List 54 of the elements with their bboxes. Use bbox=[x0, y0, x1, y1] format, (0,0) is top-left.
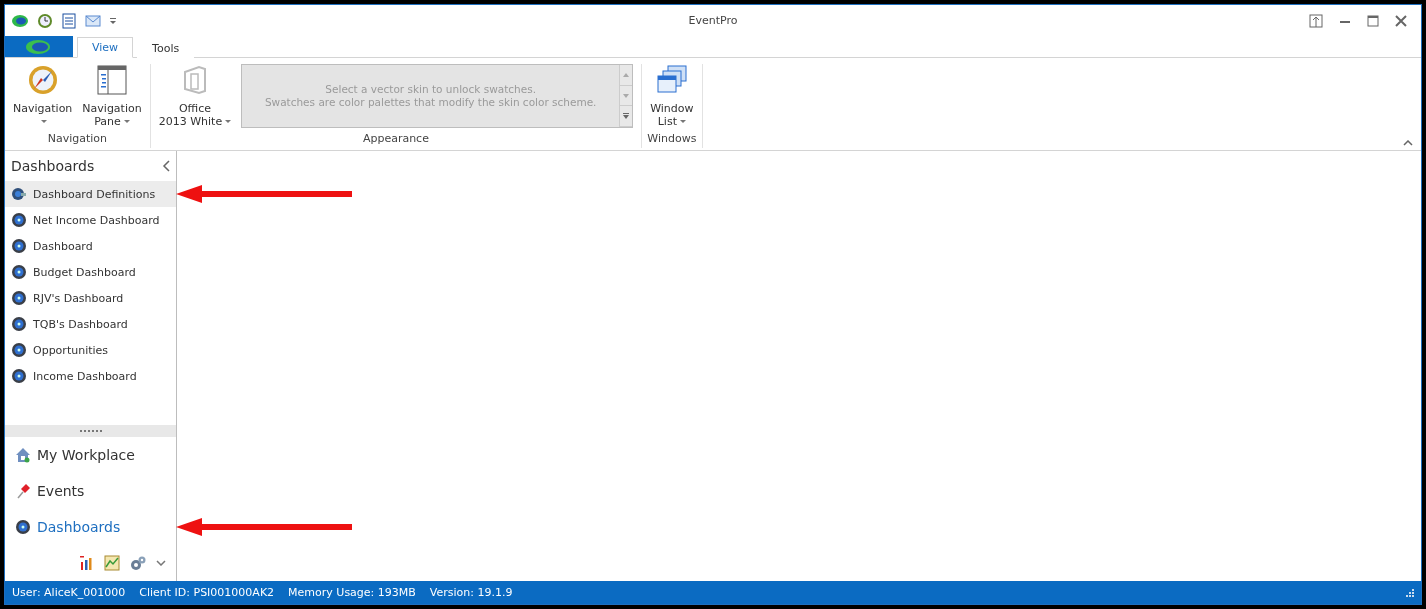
status-text: Client ID: PSI001000AK2 bbox=[139, 586, 275, 599]
status-text: Memory Usage: 193MB bbox=[288, 586, 416, 599]
nav-item[interactable]: Net Income Dashboard bbox=[5, 207, 176, 233]
collapse-pane-icon[interactable] bbox=[162, 160, 170, 172]
expand-icon bbox=[623, 113, 630, 120]
nav-item[interactable]: RJV's Dashboard bbox=[5, 285, 176, 311]
down-arrow-icon bbox=[623, 93, 630, 98]
customize-dropdown-icon[interactable] bbox=[109, 16, 117, 25]
nav-item[interactable]: Budget Dashboard bbox=[5, 259, 176, 285]
group-label: Windows bbox=[647, 132, 697, 147]
nav-item[interactable]: Opportunities bbox=[5, 337, 176, 363]
ribbon-tab[interactable]: View bbox=[77, 37, 134, 58]
restore-layout-icon[interactable] bbox=[1309, 13, 1323, 28]
maximize-icon[interactable] bbox=[1367, 14, 1379, 27]
module-item[interactable]: Events bbox=[5, 473, 176, 509]
pane-title: Dashboards bbox=[11, 158, 95, 174]
gallery-message: Select a vector skin to unlock swatches. bbox=[325, 83, 536, 96]
ribbon-button[interactable]: Window List bbox=[646, 64, 698, 128]
caret-icon bbox=[123, 120, 130, 124]
window-title: EventPro bbox=[688, 14, 738, 27]
close-icon[interactable] bbox=[1395, 14, 1407, 27]
nav-item[interactable]: Income Dashboard bbox=[5, 363, 176, 389]
mail-icon[interactable] bbox=[85, 12, 101, 29]
status-text: Version: 19.1.9 bbox=[429, 586, 513, 599]
app-menu-button[interactable] bbox=[5, 36, 73, 57]
caret-icon bbox=[41, 120, 48, 124]
document-icon[interactable] bbox=[61, 12, 77, 29]
nav-item[interactable]: Dashboard bbox=[5, 233, 176, 259]
compass-icon bbox=[26, 64, 59, 96]
gears-icon[interactable] bbox=[130, 555, 146, 571]
module-item[interactable]: My Workplace bbox=[5, 437, 176, 473]
line-chart-icon[interactable] bbox=[104, 555, 120, 571]
nav-item[interactable]: TQB's Dashboard bbox=[5, 311, 176, 337]
bar-chart-icon[interactable] bbox=[78, 555, 94, 571]
module-item[interactable]: Dashboards bbox=[5, 509, 176, 545]
stacked-windows-icon bbox=[655, 64, 688, 96]
up-arrow-icon bbox=[623, 72, 630, 77]
resize-grip-icon[interactable] bbox=[1406, 588, 1414, 597]
caret-icon bbox=[679, 120, 686, 124]
app-logo-icon[interactable] bbox=[11, 13, 29, 28]
chevron-down-icon[interactable] bbox=[156, 560, 166, 566]
gallery-message: Swatches are color palettes that modify the skin color scheme. bbox=[264, 96, 597, 109]
nav-item[interactable]: Dashboard Definitions bbox=[5, 181, 176, 207]
ribbon-button[interactable]: Office 2013 White bbox=[154, 64, 236, 128]
clock-icon[interactable] bbox=[37, 12, 53, 29]
ribbon-button[interactable]: Navigation bbox=[9, 64, 77, 128]
caret-icon bbox=[225, 120, 232, 124]
group-label: Navigation bbox=[47, 132, 107, 147]
group-label: Appearance bbox=[362, 132, 429, 147]
status-text: User: AliceK_001000 bbox=[12, 586, 126, 599]
ribbon-button[interactable]: Navigation Pane bbox=[78, 64, 146, 128]
collapse-ribbon-icon[interactable] bbox=[1403, 140, 1413, 146]
panel-layout-icon bbox=[96, 64, 128, 96]
splitter-handle[interactable] bbox=[5, 425, 176, 437]
